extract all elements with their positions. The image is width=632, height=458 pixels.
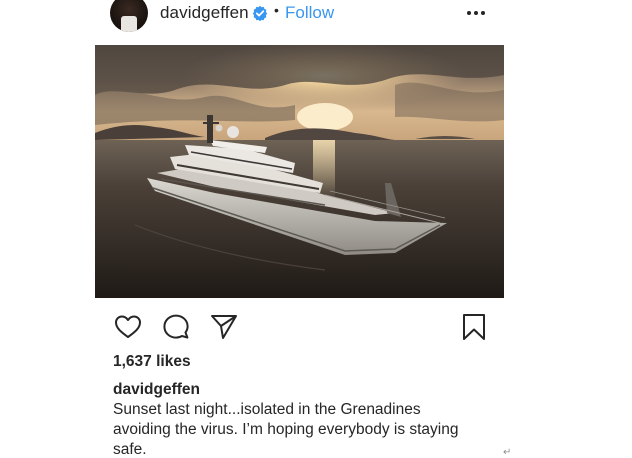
more-options-icon[interactable] xyxy=(466,0,486,20)
share-icon[interactable] xyxy=(209,312,239,342)
bookmark-icon[interactable] xyxy=(459,312,489,342)
caption-text: Sunset last night...isolated in the Gren… xyxy=(113,400,493,458)
return-mark: ↵ xyxy=(503,447,512,458)
caption-line: Sunset last night...isolated in the Gren… xyxy=(113,401,421,418)
caption-line: avoiding the virus. I’m hoping everybody… xyxy=(113,421,459,438)
header-separator: • xyxy=(274,2,279,18)
comment-icon[interactable] xyxy=(161,312,191,342)
caption-line: safe. xyxy=(113,441,147,458)
likes-count[interactable]: 1,637 likes xyxy=(113,353,191,371)
post-photo[interactable] xyxy=(95,45,504,298)
verified-badge-icon xyxy=(252,5,268,21)
yacht-sunset-photo xyxy=(95,45,504,298)
username-link[interactable]: davidgeffen xyxy=(160,3,249,23)
caption-username[interactable]: davidgeffen xyxy=(113,381,200,399)
post-header: davidgeffen • Follow xyxy=(0,0,632,32)
post-action-bar xyxy=(0,312,632,342)
heart-icon[interactable] xyxy=(113,312,143,342)
avatar[interactable] xyxy=(110,0,148,32)
follow-button[interactable]: Follow xyxy=(285,3,334,23)
